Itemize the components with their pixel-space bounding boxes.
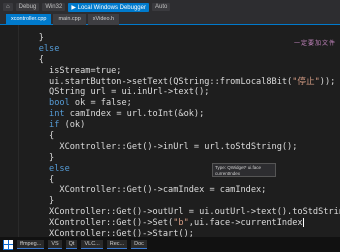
- run-debugger-button[interactable]: ▶ Local Windows Debugger: [68, 2, 149, 12]
- text-cursor: [302, 218, 304, 228]
- toolbar-item-2[interactable]: Win32: [42, 3, 66, 11]
- code-token: ));: [319, 76, 336, 87]
- title-bar: ⌂ Debug Win32 ▶ Local Windows Debugger A…: [0, 0, 340, 14]
- code-line[interactable]: QString url = ui.inUrl->text();: [18, 87, 340, 98]
- code-token: {: [49, 174, 55, 185]
- taskbar-item-3[interactable]: VLC...: [81, 240, 103, 249]
- tooltip-desc: currentIndex: [215, 170, 241, 176]
- windows-start-icon[interactable]: [3, 239, 13, 250]
- code-token: bool: [49, 98, 70, 109]
- code-line[interactable]: else: [18, 44, 340, 55]
- toolbar-item-1[interactable]: Debug: [15, 3, 40, 11]
- code-token: {: [49, 131, 55, 142]
- code-token: QString url = ui.inUrl->text();: [49, 87, 210, 98]
- code-line[interactable]: else: [18, 164, 340, 175]
- code-token: else: [49, 163, 70, 174]
- code-token: else: [38, 43, 60, 54]
- code-token: isStream=true;: [49, 65, 122, 76]
- code-token: int: [49, 109, 65, 120]
- code-line[interactable]: XController::Get()->inUrl = url.toStdStr…: [18, 142, 340, 153]
- taskbar-item-1[interactable]: VS: [48, 240, 62, 249]
- code-token: XController::Get()->inUrl = url.toStdStr…: [59, 141, 298, 152]
- code-token: XController::Get()->Set(: [49, 218, 174, 229]
- code-line[interactable]: isStream=true;: [18, 66, 340, 77]
- code-token: {: [38, 54, 44, 65]
- code-line[interactable]: XController::Get()->Start();: [18, 229, 340, 237]
- code-line[interactable]: if (ok): [18, 120, 340, 131]
- code-line[interactable]: bool ok = false;: [18, 98, 340, 109]
- code-token: XController::Get()->outUrl = ui.outUrl->…: [49, 207, 340, 218]
- toolbar-item-0[interactable]: ⌂: [3, 3, 13, 11]
- editor-tab-bar: xcontroller.cpp main.cpp xVideo.h: [0, 14, 340, 25]
- taskbar-item-2[interactable]: Qt: [65, 240, 78, 249]
- taskbar-item-5[interactable]: Doc: [131, 240, 147, 249]
- code-token: XController::Get()->camIndex = camIndex;: [59, 185, 267, 196]
- toolbar-item-4[interactable]: Auto: [151, 3, 171, 11]
- code-token: if: [49, 120, 60, 131]
- code-token: }: [49, 196, 55, 207]
- code-line[interactable]: ui.startButton->setText(QString::fromLoc…: [18, 77, 340, 88]
- code-token: "停止": [292, 76, 320, 87]
- line-gutter: [0, 25, 19, 237]
- tab-main[interactable]: main.cpp: [53, 14, 86, 25]
- code-token: }: [49, 152, 55, 163]
- taskbar: ffmpeg... VS Qt VLC... Rec... Doc: [0, 237, 340, 252]
- code-line[interactable]: }: [18, 196, 340, 207]
- code-line[interactable]: XController::Get()->Set("b",ui.face->cur…: [18, 218, 340, 229]
- code-editor[interactable]: } else { isStream=true; ui.startButton->…: [18, 25, 340, 237]
- annotation-text: 一定要加文件: [293, 41, 336, 47]
- code-line[interactable]: XController::Get()->camIndex = camIndex;: [18, 185, 340, 196]
- code-line[interactable]: {: [18, 175, 340, 186]
- code-token: camIndex = url.toInt(&ok);: [64, 109, 205, 120]
- code-text[interactable]: } else { isStream=true; ui.startButton->…: [18, 33, 340, 237]
- code-token: XController::Get()->Start();: [49, 229, 194, 237]
- code-token: (ok): [59, 120, 86, 131]
- code-token: "b": [173, 218, 189, 229]
- intellisense-tooltip: Type: QWidget* ui.face currentIndex: [212, 163, 276, 177]
- code-token: }: [38, 33, 44, 43]
- code-line[interactable]: {: [18, 55, 340, 66]
- taskbar-item-0[interactable]: ffmpeg...: [17, 240, 45, 249]
- code-token: ok = false;: [69, 98, 132, 109]
- code-line[interactable]: }: [18, 33, 340, 44]
- code-token: ,ui.face->currentIndex: [188, 218, 303, 229]
- code-token: ui.startButton->setText(QString::fromLoc…: [49, 76, 293, 87]
- tab-xvideo[interactable]: xVideo.h: [87, 14, 120, 25]
- tab-xcontroller[interactable]: xcontroller.cpp: [6, 14, 52, 25]
- code-line[interactable]: XController::Get()->outUrl = ui.outUrl->…: [18, 207, 340, 218]
- code-line[interactable]: {: [18, 131, 340, 142]
- code-line[interactable]: }: [18, 153, 340, 164]
- taskbar-item-4[interactable]: Rec...: [106, 240, 128, 249]
- code-line[interactable]: int camIndex = url.toInt(&ok);: [18, 109, 340, 120]
